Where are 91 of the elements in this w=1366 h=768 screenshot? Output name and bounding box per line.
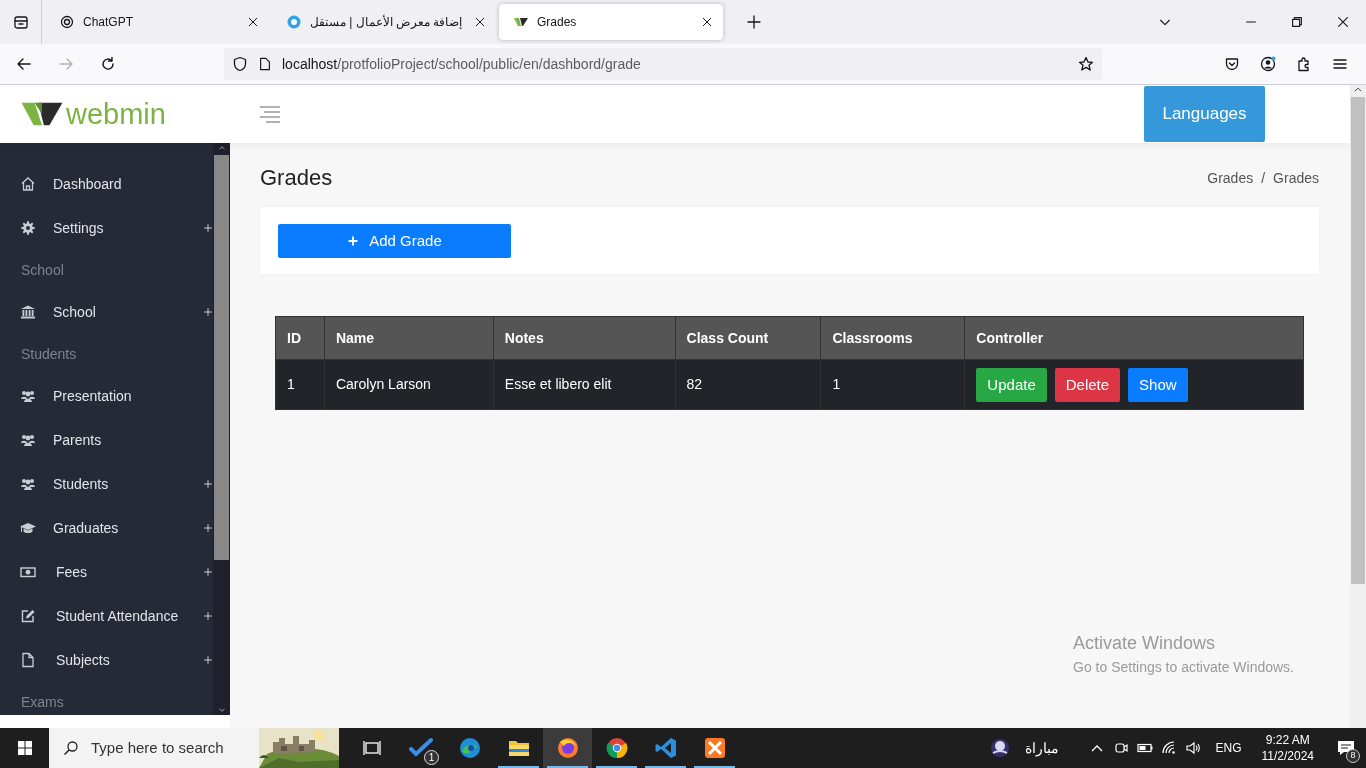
column-header: Notes <box>493 316 676 360</box>
pocket-icon[interactable] <box>1224 56 1240 72</box>
account-icon[interactable] <box>1260 56 1276 72</box>
breadcrumb-item: Grades <box>1273 168 1319 188</box>
circle-icon <box>286 14 302 30</box>
activation-title: Activate Windows <box>1073 632 1217 655</box>
money-icon <box>20 564 36 580</box>
close-icon[interactable] <box>1336 15 1350 29</box>
column-header: Class Count <box>675 316 821 360</box>
reload-icon[interactable] <box>100 56 116 72</box>
delete-button[interactable]: Delete <box>1054 367 1121 402</box>
volume-icon[interactable] <box>1185 740 1202 756</box>
scrollbar[interactable] <box>1350 85 1366 728</box>
scroll-up-icon[interactable] <box>1353 85 1363 95</box>
new-tab-icon[interactable] <box>746 14 762 30</box>
breadcrumb-item[interactable]: Grades <box>1207 167 1254 189</box>
home-icon <box>20 176 36 192</box>
sidebar-item[interactable]: Students <box>0 462 213 506</box>
url-text: localhost/protfolioProject/school/public/en/dashbord/grade <box>282 54 641 74</box>
users-icon <box>20 432 36 448</box>
sidebar-item[interactable]: Settings <box>0 206 213 250</box>
edit-icon <box>20 608 36 624</box>
clock-time[interactable]: 9:22 AM <box>1261 731 1314 748</box>
section-heading: School <box>20 260 65 280</box>
sidebar-item[interactable]: Dashboard <box>0 162 213 206</box>
users-icon <box>20 388 36 404</box>
taskbar-app[interactable]: 1 <box>396 728 445 768</box>
graduation-cap-icon <box>20 520 36 536</box>
close-icon[interactable] <box>701 16 713 28</box>
address-bar[interactable]: localhost/protfolioProject/school/public/en/dashbord/grade <box>224 48 1102 80</box>
notifications-icon[interactable] <box>1336 738 1356 758</box>
browser-tab[interactable]: ChatGPT <box>45 4 269 40</box>
browser-tab[interactable]: Grades <box>499 4 723 40</box>
star-icon[interactable] <box>1078 56 1094 72</box>
back-icon[interactable] <box>16 56 32 72</box>
tab-list-icon[interactable] <box>12 14 29 30</box>
gear-icon <box>20 220 36 236</box>
users-icon <box>20 476 36 492</box>
shield-icon <box>232 56 248 72</box>
camera-icon[interactable] <box>1113 740 1130 756</box>
count-badge: 8 <box>1346 749 1360 763</box>
bank-icon <box>20 304 36 320</box>
page-title: Grades <box>260 165 333 192</box>
sidebar-item[interactable]: School <box>0 290 213 334</box>
file-icon <box>20 652 36 668</box>
browser-tab[interactable]: إضافة معرض الأعمال | مستقل <box>272 4 496 40</box>
table-cell: Carolyn Larson <box>324 359 494 410</box>
code-editor-icon <box>653 736 678 760</box>
browser-icon <box>604 736 629 760</box>
language-indicator[interactable]: ENG <box>1215 739 1242 757</box>
clock-date[interactable]: 11/2/2024 <box>1261 748 1314 765</box>
restore-icon[interactable] <box>1290 15 1304 29</box>
section-heading: Students <box>20 344 78 364</box>
sidebar-item[interactable]: Presentation <box>0 374 213 418</box>
task-view-icon[interactable] <box>362 740 381 756</box>
column-header: Classrooms <box>820 316 965 360</box>
browser-icon <box>457 736 482 760</box>
activation-message: Go to Settings to activate Windows. <box>1073 658 1294 677</box>
column-header: Controller <box>964 316 1304 360</box>
search-field[interactable]: Type here to search <box>49 728 339 768</box>
search-icon <box>63 740 79 756</box>
sidebar-item[interactable]: Fees <box>0 550 213 594</box>
close-icon[interactable] <box>247 16 259 28</box>
show-button[interactable]: Show <box>1128 367 1188 402</box>
extensions-icon[interactable] <box>1296 56 1312 72</box>
column-header: ID <box>275 316 325 360</box>
column-header: Name <box>324 316 494 360</box>
count-badge: 1 <box>424 750 439 765</box>
sidebar-item[interactable]: Student Attendance <box>0 594 213 638</box>
windows-icon[interactable] <box>16 740 33 756</box>
sidebar-item[interactable]: Subjects <box>0 638 213 682</box>
sidebar-item[interactable]: Parents <box>0 418 213 462</box>
wifi-icon[interactable] <box>1161 740 1178 756</box>
page-icon <box>258 56 272 72</box>
weather-text[interactable]: مباراة <box>1025 737 1060 759</box>
logo-text: webmin <box>66 99 166 129</box>
menu-icon[interactable] <box>1332 56 1348 72</box>
table-cell: 1 <box>820 359 965 410</box>
close-icon[interactable] <box>474 16 486 28</box>
browser-icon <box>555 736 580 760</box>
table-cell: 1 <box>275 359 325 410</box>
plus-icon <box>347 234 360 247</box>
section-heading: Exams <box>20 692 65 712</box>
taskbar-app[interactable] <box>543 728 592 768</box>
server-icon <box>702 736 727 760</box>
table-cell: Esse et libero elit <box>493 359 676 410</box>
sidebar-item[interactable]: Graduates <box>0 506 213 550</box>
table-cell: 82 <box>675 359 821 410</box>
breadcrumb-separator: / <box>1261 168 1266 188</box>
add-grade-button[interactable]: Add Grade <box>278 223 511 258</box>
scrollbar[interactable] <box>213 143 230 715</box>
